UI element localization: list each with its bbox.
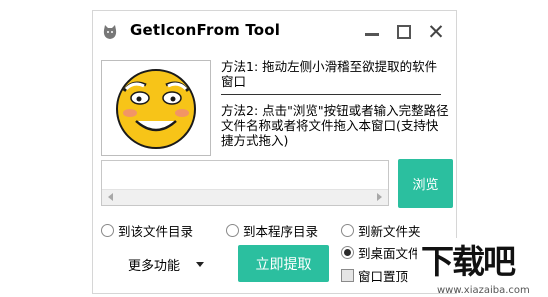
path-input[interactable] (102, 161, 388, 189)
minimize-button[interactable] (361, 21, 383, 43)
checkbox-icon (341, 269, 354, 282)
radio-label: 到本程序目录 (243, 224, 319, 239)
smiley-face-icon (116, 69, 196, 149)
scroll-right-icon[interactable] (377, 193, 382, 201)
browse-button[interactable]: 浏览 (398, 159, 453, 208)
watermark: 下载吧 www.xiazaiba.com (417, 238, 548, 297)
extract-now-button[interactable]: 立即提取 (238, 245, 329, 282)
topmost-label: 窗口置顶 (358, 269, 409, 284)
drag-smiley-target[interactable] (101, 60, 211, 156)
method2-text: 方法2: 点击"浏览"按钮或者输入完整路径文件名称或者将文件拖入本窗口(支持快捷… (221, 103, 449, 148)
radio-icon (341, 224, 354, 237)
radio-label: 到新文件夹 (358, 224, 421, 239)
divider (221, 94, 441, 95)
horizontal-scrollbar[interactable] (102, 189, 388, 205)
radio-selected-icon (341, 246, 354, 259)
watermark-logo-text: 下载吧 (421, 242, 516, 281)
chevron-down-icon (196, 262, 205, 267)
maximize-icon (397, 25, 411, 39)
radio-save-to-program-dir[interactable]: 到本程序目录 (226, 221, 318, 240)
close-button[interactable]: ✕ (425, 21, 447, 43)
scroll-left-icon[interactable] (108, 193, 113, 201)
maximize-button[interactable] (393, 21, 415, 43)
app-window: GetIconFrom Tool ✕ 方法1: 拖动左侧小滑稽至欲提取的软件窗口… (92, 10, 457, 294)
radio-icon (101, 224, 114, 237)
radio-label: 到该文件目录 (118, 224, 194, 239)
more-functions-dropdown[interactable]: 更多功能 (128, 255, 205, 274)
watermark-url: www.xiazaiba.com (437, 285, 530, 296)
more-functions-label: 更多功能 (128, 259, 181, 274)
cat-icon (103, 25, 117, 39)
watermark-logo: 下载吧 (417, 238, 548, 287)
radio-icon (226, 224, 239, 237)
radio-save-to-new-folder[interactable]: 到新文件夹 (341, 221, 421, 240)
radio-save-to-file-dir[interactable]: 到该文件目录 (101, 221, 193, 240)
minimize-icon (365, 32, 379, 36)
path-input-box[interactable] (101, 160, 389, 206)
topmost-checkbox[interactable]: 窗口置顶 (341, 266, 408, 285)
window-title: GetIconFrom Tool (130, 21, 281, 39)
method1-text: 方法1: 拖动左侧小滑稽至欲提取的软件窗口 (221, 59, 438, 89)
close-icon: ✕ (427, 19, 445, 44)
title-bar[interactable]: GetIconFrom Tool ✕ (93, 11, 456, 49)
